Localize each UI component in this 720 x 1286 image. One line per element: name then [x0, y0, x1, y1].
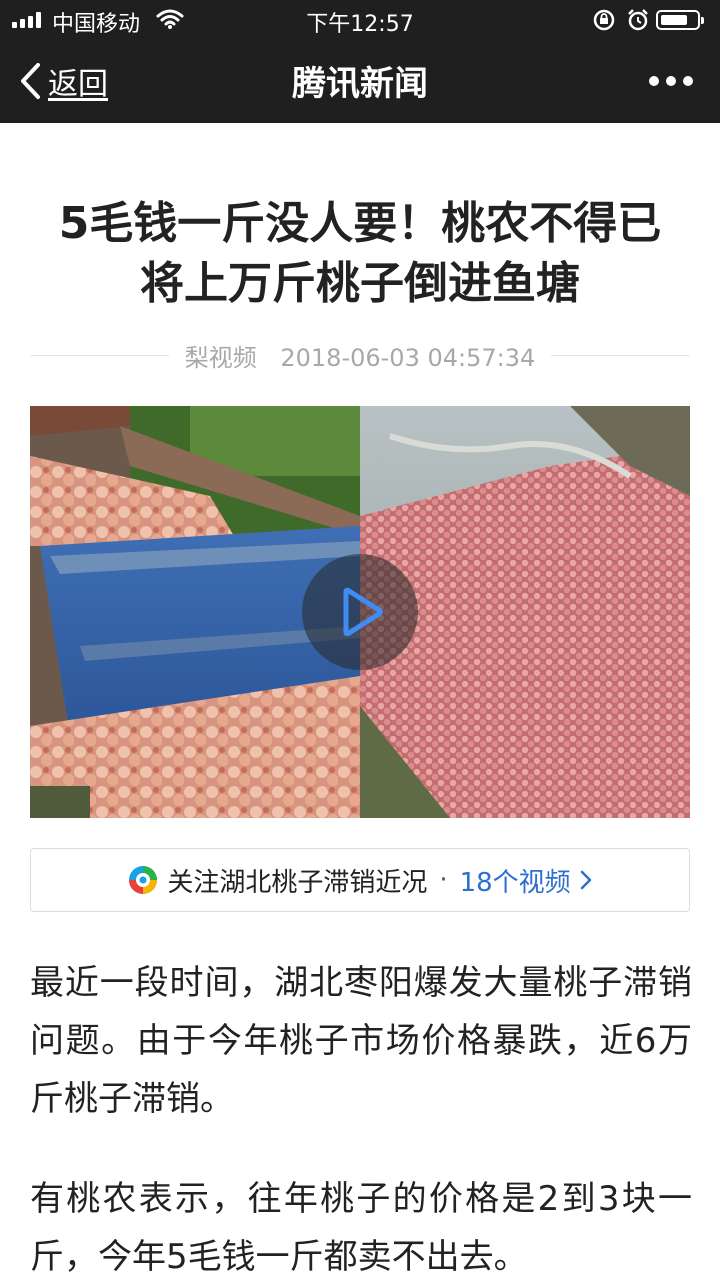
more-icon[interactable] [648, 72, 694, 90]
article-headline: 5毛钱一斤没人要！桃农不得已将上万斤桃子倒进鱼塘 [58, 198, 662, 309]
tencent-video-logo [129, 866, 158, 894]
top-bar: 中国移动 下午12:57 返回 腾讯新闻 [0, 0, 720, 123]
topic-bar[interactable]: 关注湖北桃子滞销近况 · 18个视频 [30, 848, 690, 912]
play-button[interactable] [302, 554, 418, 670]
play-icon [343, 587, 383, 637]
chevron-right-icon [580, 870, 591, 890]
status-bar: 中国移动 下午12:57 [0, 0, 720, 40]
article-paragraph: 最近一段时间，湖北枣阳爆发大量桃子滞销问题。由于今年桃子市场价格暴跌，近6万斤桃… [30, 963, 692, 1119]
battery-icon [656, 10, 704, 30]
topic-separator: · [439, 865, 448, 895]
article-source: 梨视频 [176, 344, 265, 372]
article-meta: 梨视频 2018-06-03 04:57:34 [30, 338, 690, 374]
topic-title: 关注湖北桃子滞销近况 [167, 867, 428, 898]
nav-title: 腾讯新闻 [292, 64, 428, 104]
article-paragraph: 有桃农表示，往年桃子的价格是2到3块一斤，今年5毛钱一斤都卖不出去。 [30, 1179, 692, 1277]
article-datetime: 2018-06-03 04:57:34 [272, 344, 544, 372]
video-player[interactable] [30, 406, 690, 818]
rotation-lock-icon [593, 9, 615, 31]
alarm-icon [628, 9, 648, 31]
topic-video-count-link[interactable]: 18个视频 [460, 862, 571, 899]
